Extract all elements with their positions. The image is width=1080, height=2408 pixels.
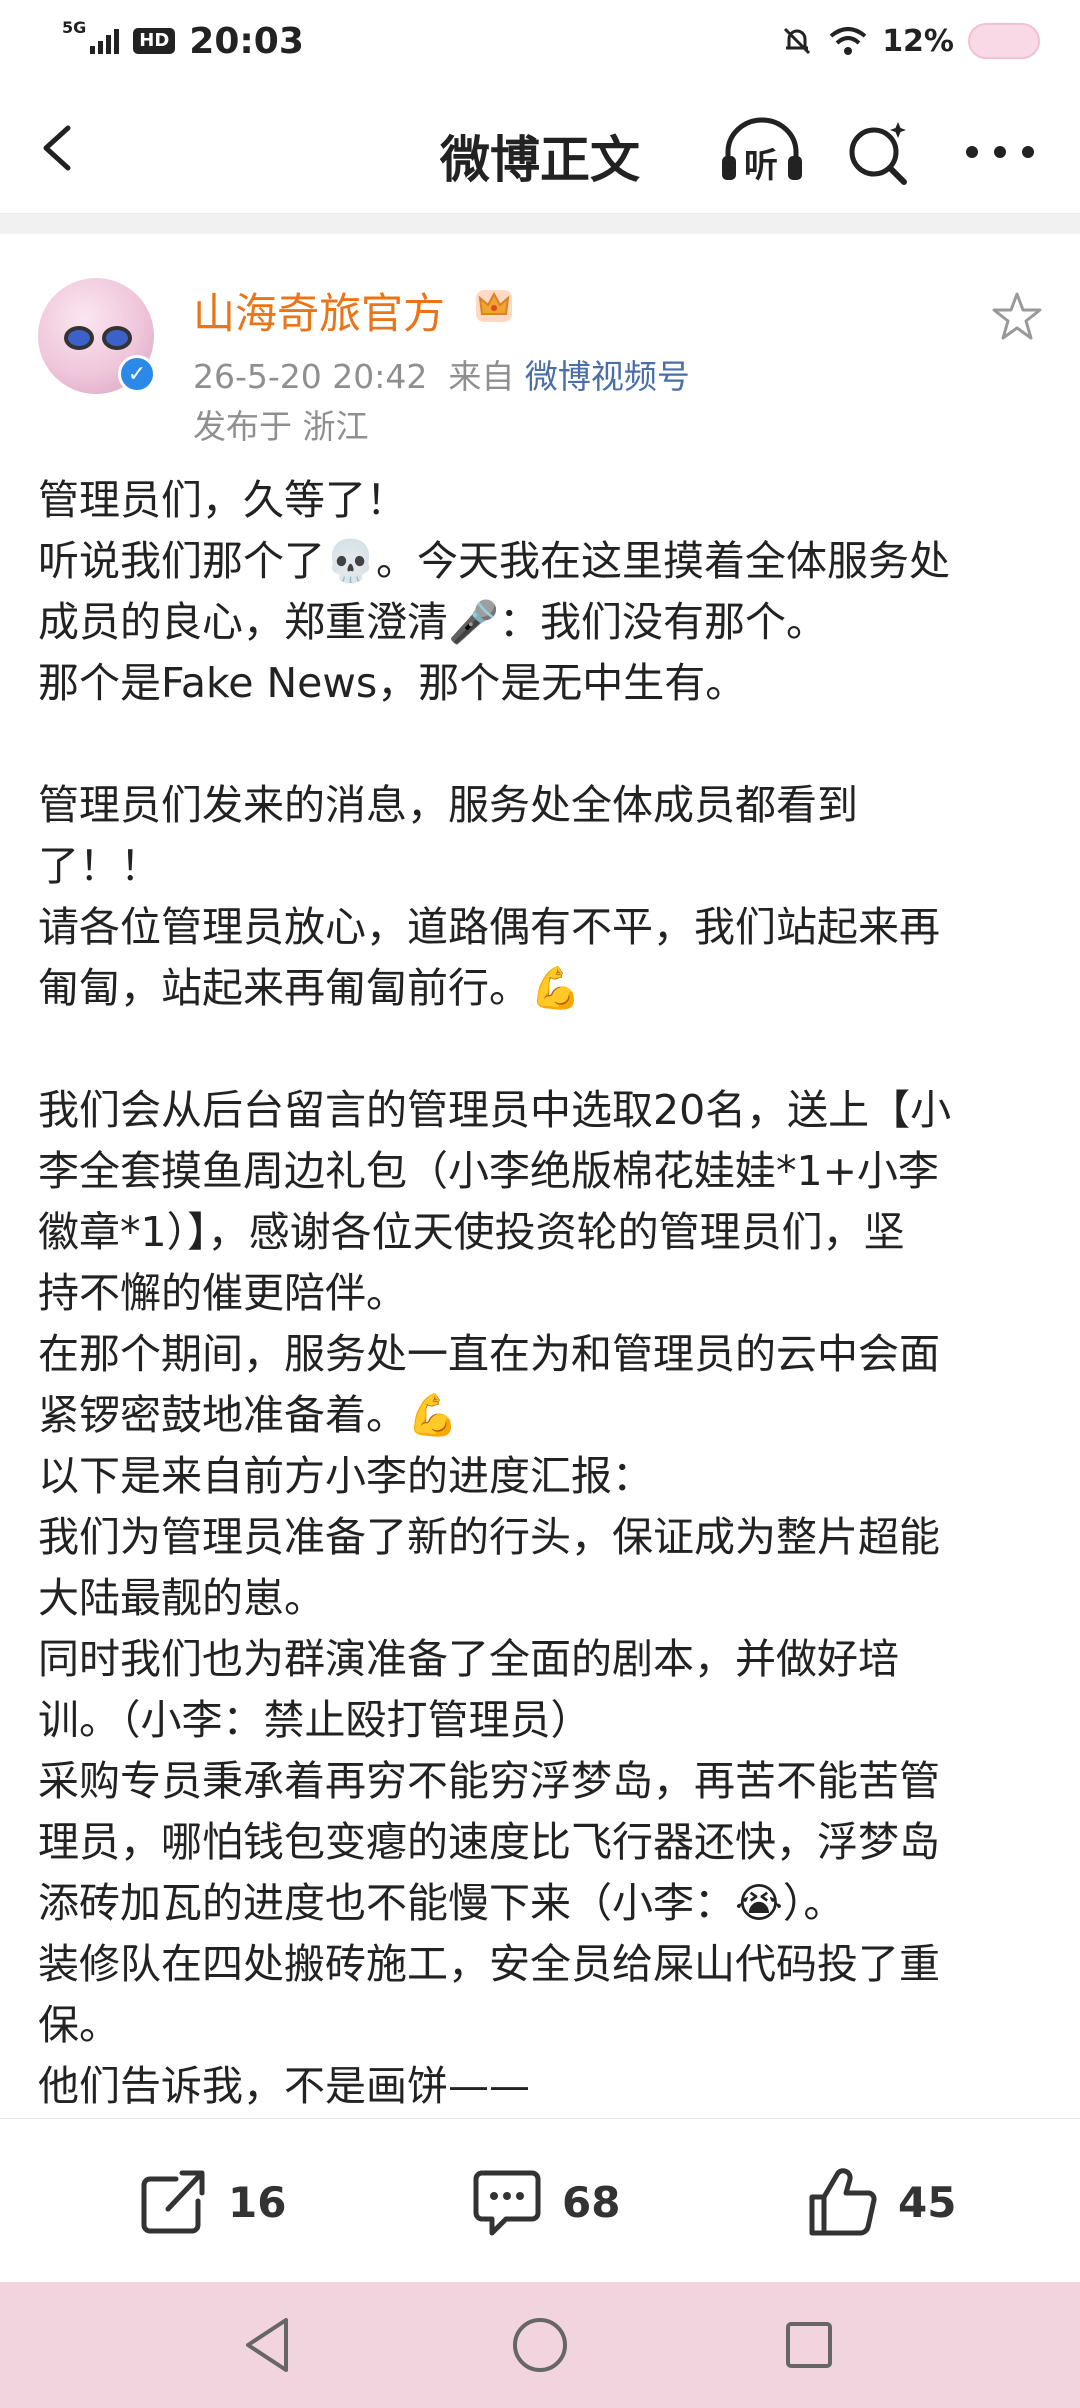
- status-time: 20:03: [189, 20, 304, 62]
- crown-icon: [476, 290, 512, 322]
- repost-button[interactable]: 16: [136, 2165, 286, 2239]
- action-bar: 16 68 45: [0, 2118, 1080, 2282]
- post-line-blank: [38, 1019, 1058, 1080]
- post-line: 了！！: [38, 842, 161, 890]
- system-nav-bar: [0, 2282, 1080, 2408]
- favorite-star-icon[interactable]: [990, 290, 1044, 344]
- status-right: 12%: [780, 23, 1040, 59]
- repost-icon: [141, 2170, 205, 2234]
- top-nav-bar: 微博正文 听: [0, 82, 1080, 214]
- post-line: 添砖加瓦的进度也不能慢下来（小李：😭）。: [38, 1879, 845, 1927]
- post-line: 请各位管理员放心，道路偶有不平，我们站起来再: [38, 903, 940, 951]
- comment-count: 68: [562, 2177, 621, 2227]
- post-location: 发布于 浙江: [193, 407, 369, 446]
- post-line: 成员的良心，郑重澄清🎤：我们没有那个。: [38, 598, 828, 646]
- post-line: 大陆最靓的崽。: [38, 1574, 325, 1622]
- post-body: 管理员们，久等了！ 听说我们那个了💀。今天我在这里摸着全体服务处 成员的良心，郑…: [38, 470, 1058, 2117]
- wifi-icon: [829, 27, 867, 55]
- source-prefix: 来自: [448, 357, 515, 396]
- post-line: 管理员们发来的消息，服务处全体成员都看到: [38, 781, 858, 829]
- post-line: 我们为管理员准备了新的行头，保证成为整片超能: [38, 1513, 940, 1561]
- more-icon[interactable]: [960, 116, 1040, 188]
- post-line: 训。（小李：禁止殴打管理员）: [38, 1696, 592, 1744]
- verified-icon: ✓: [118, 355, 156, 393]
- post-line: 他们告诉我，不是画饼——: [38, 2062, 530, 2110]
- post-line: 那个是Fake News，那个是无中生有。: [38, 659, 747, 707]
- post-date: 26-5-20 20:42: [193, 357, 428, 396]
- status-bar: 5G HD 20:03 12%: [0, 0, 1080, 82]
- system-back-icon[interactable]: [236, 2312, 302, 2378]
- network-type: 5G: [62, 17, 87, 37]
- battery-icon: [968, 23, 1040, 59]
- mute-bell-icon: [784, 27, 811, 55]
- avatar-eye-left: [64, 326, 94, 350]
- system-recents-icon[interactable]: [776, 2312, 842, 2378]
- like-button[interactable]: 45: [806, 2165, 956, 2239]
- post-line: 理员，哪怕钱包变瘪的速度比飞行器还快，浮梦岛: [38, 1818, 940, 1866]
- repost-count: 16: [228, 2177, 287, 2227]
- search-icon[interactable]: [842, 116, 914, 188]
- post-line-blank: [38, 714, 1058, 775]
- comment-button[interactable]: 68: [470, 2165, 620, 2239]
- post-line: 保。: [38, 2001, 120, 2049]
- avatar-eye-right: [102, 326, 132, 350]
- post-line: 李全套摸鱼周边礼包（小李绝版棉花娃娃*1+小李: [38, 1147, 939, 1195]
- post-line: 装修队在四处搬砖施工，安全员给屎山代码投了重: [38, 1940, 940, 1988]
- system-home-icon[interactable]: [507, 2312, 573, 2378]
- post-line: 管理员们，久等了！: [38, 476, 407, 524]
- page-title: 微博正文: [440, 131, 640, 189]
- post-line: 采购专员秉承着再穷不能穷浮梦岛，再苦不能苦管: [38, 1757, 940, 1805]
- section-divider: [0, 214, 1080, 234]
- post-line: 同时我们也为群演准备了全面的剧本，并做好培: [38, 1635, 899, 1683]
- post-line: 在那个期间，服务处一直在为和管理员的云中会面: [38, 1330, 940, 1378]
- post-line: 我们会从后台留言的管理员中选取20名，送上【小: [38, 1086, 952, 1134]
- listen-button[interactable]: 听: [718, 114, 806, 186]
- post-line: 匍匐，站起来再匍匐前行。💪: [38, 964, 582, 1012]
- listen-label: 听: [744, 146, 778, 186]
- post-line: 以下是来自前方小李的进度汇报：: [38, 1452, 653, 1500]
- signal-icon: [90, 28, 120, 54]
- post-line: 徽章*1）】，感谢各位天使投资轮的管理员们，坚: [38, 1208, 905, 1256]
- battery-percent: 12%: [882, 23, 954, 59]
- post-line: 听说我们那个了💀。今天我在这里摸着全体服务处: [38, 537, 951, 585]
- like-count: 45: [898, 2177, 957, 2227]
- status-left: 5G HD 20:03: [62, 17, 304, 62]
- post-line: 紧锣密鼓地准备着。💪: [38, 1391, 459, 1439]
- comment-icon: [473, 2170, 541, 2236]
- post-meta: 26-5-20 20:42 来自 微博视频号: [193, 350, 690, 398]
- source-link[interactable]: 微博视频号: [525, 357, 690, 396]
- author-name[interactable]: 山海奇旅官方: [193, 280, 445, 341]
- post-line: 持不懈的催更陪伴。: [38, 1269, 407, 1317]
- like-icon: [809, 2168, 877, 2236]
- hd-badge: HD: [133, 28, 176, 54]
